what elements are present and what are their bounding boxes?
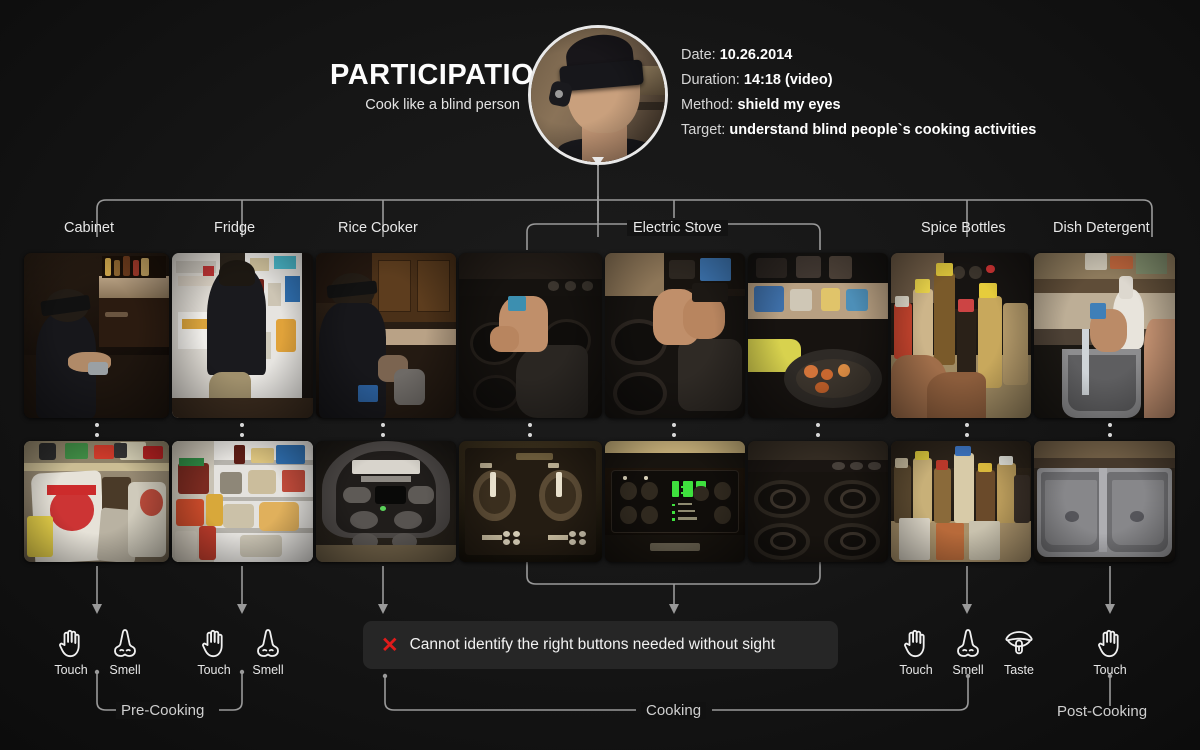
phase-label-pre-cooking: Pre-Cooking	[116, 702, 210, 719]
sense-label: Touch	[899, 663, 933, 677]
photo-sink-basin[interactable]	[1034, 441, 1175, 562]
nose-icon	[940, 625, 996, 659]
hand-icon	[43, 625, 99, 659]
category-label-dish-detergent: Dish Detergent	[1053, 220, 1150, 236]
avatar-photo	[531, 28, 665, 162]
avatar-connector	[592, 157, 604, 221]
nose-icon	[240, 625, 296, 659]
metadata-value-method: shield my eyes	[737, 97, 841, 113]
photo-fridge-open[interactable]	[172, 253, 313, 418]
metadata-label-duration: Duration:	[681, 72, 740, 88]
sense-smell-cabinet[interactable]: Smell	[97, 625, 153, 677]
photo-stove-cooking[interactable]	[748, 253, 888, 418]
photo-stove-pan-lift[interactable]	[605, 253, 745, 418]
hand-icon	[888, 625, 944, 659]
nose-icon	[97, 625, 153, 659]
metadata-row-duration: Duration: 14:18 (video)	[681, 68, 1036, 93]
sense-label: Touch	[54, 663, 88, 677]
sense-smell-spice[interactable]: Smell	[940, 625, 996, 677]
photo-spice-grab[interactable]	[891, 253, 1031, 418]
sense-touch-detergent[interactable]: Touch	[1082, 625, 1138, 677]
category-label-cabinet: Cabinet	[64, 220, 114, 236]
hand-icon	[1082, 625, 1138, 659]
metadata-value-duration: 14:18 (video)	[743, 72, 833, 88]
photo-fridge-contents[interactable]	[172, 441, 313, 562]
metadata-row-date: Date: 10.26.2014	[681, 43, 1036, 68]
photo-rice-cooker-use[interactable]	[316, 253, 456, 418]
sense-label: Smell	[252, 663, 284, 677]
metadata-value-date: 10.26.2014	[719, 47, 793, 63]
category-label-fridge: Fridge	[214, 220, 256, 236]
avatar-ring	[528, 25, 668, 165]
metadata-value-target: understand blind people`s cooking activi…	[729, 122, 1037, 138]
participation-board: PARTICIPATION Cook like a blind person D…	[0, 0, 1200, 750]
warning-banner: ✕ Cannot identify the right buttons need…	[363, 621, 838, 669]
sense-smell-fridge[interactable]: Smell	[240, 625, 296, 677]
sense-label: Touch	[1093, 663, 1127, 677]
sense-label: Taste	[1004, 663, 1034, 677]
photo-rice-cooker-panel[interactable]	[316, 441, 456, 562]
x-mark-icon: ✕	[381, 633, 399, 657]
sense-label: Smell	[109, 663, 141, 677]
sense-label: Touch	[197, 663, 231, 677]
phase-label-post-cooking: Post-Cooking	[1057, 703, 1148, 720]
sense-label: Smell	[952, 663, 984, 677]
mouth-icon	[991, 625, 1047, 659]
photo-stove-burners[interactable]	[748, 441, 888, 562]
photo-stove-knobs[interactable]	[459, 441, 602, 562]
metadata-row-target: Target: understand blind people`s cookin…	[681, 118, 1036, 143]
photo-cabinet-search[interactable]	[24, 253, 169, 418]
category-label-electric-stove: Electric Stove	[627, 220, 728, 236]
photo-spice-shelf[interactable]	[891, 441, 1031, 562]
photo-stove-reach[interactable]	[459, 253, 602, 418]
metadata-list: Date: 10.26.2014 Duration: 14:18 (video)…	[681, 43, 1036, 143]
photo-oven-panel[interactable]	[605, 441, 745, 562]
phase-label-cooking: Cooking	[641, 702, 707, 719]
sense-taste-spice[interactable]: Taste	[991, 625, 1047, 677]
page-title: PARTICIPATION	[330, 59, 556, 91]
metadata-row-method: Method: shield my eyes	[681, 93, 1036, 118]
metadata-label-target: Target:	[681, 122, 726, 138]
page-subtitle: Cook like a blind person	[365, 97, 520, 114]
photo-cabinet-contents[interactable]	[24, 441, 169, 562]
page-title-block: PARTICIPATION Cook like a blind person	[330, 59, 556, 114]
category-label-rice-cooker: Rice Cooker	[338, 220, 418, 236]
metadata-label-method: Method:	[681, 97, 734, 113]
metadata-label-date: Date:	[681, 47, 716, 63]
photo-detergent-sink[interactable]	[1034, 253, 1175, 418]
avatar	[528, 25, 668, 221]
sense-touch-cabinet[interactable]: Touch	[43, 625, 99, 677]
hand-icon	[186, 625, 242, 659]
category-label-spice-bottles: Spice Bottles	[921, 220, 1006, 236]
warning-text: Cannot identify the right buttons needed…	[409, 636, 775, 653]
sense-touch-fridge[interactable]: Touch	[186, 625, 242, 677]
sense-touch-spice[interactable]: Touch	[888, 625, 944, 677]
